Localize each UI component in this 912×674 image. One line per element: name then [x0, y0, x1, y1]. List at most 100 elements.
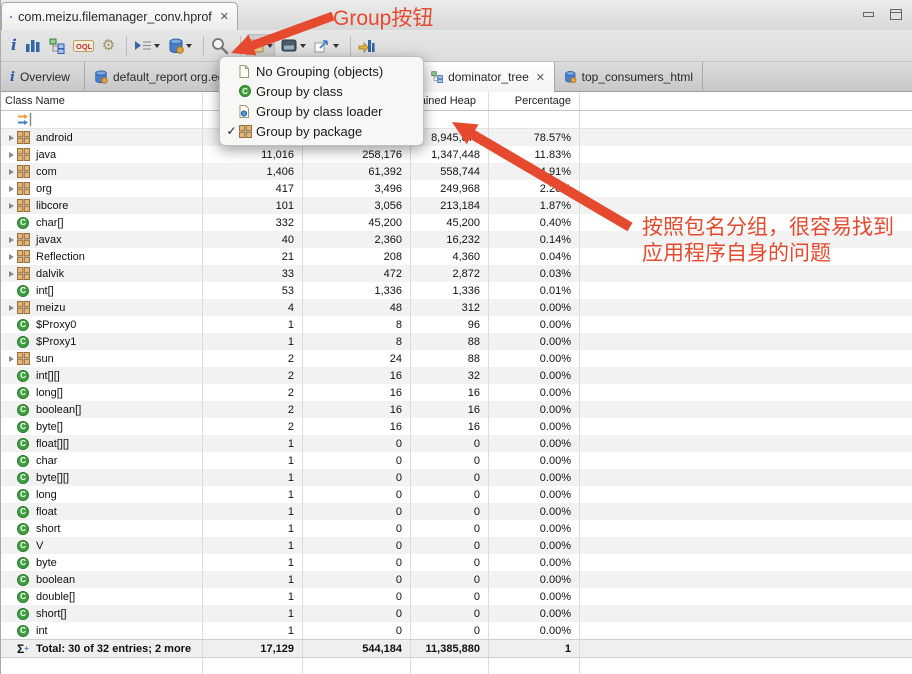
expander-icon[interactable]: [1, 152, 17, 158]
filter-numeric-field[interactable]: [489, 111, 580, 128]
table-row[interactable]: android8,945,87278.57%: [1, 129, 912, 146]
grouping-menu: No Grouping (objects) C Group by class G…: [219, 56, 424, 146]
menu-item-group-by-package[interactable]: ✓ Group by package: [220, 121, 423, 141]
close-icon[interactable]: ✕: [220, 10, 229, 23]
minimize-icon[interactable]: [862, 9, 875, 20]
class-name: java: [36, 149, 56, 161]
grouping-button[interactable]: [246, 34, 275, 58]
filter-regex-field[interactable]: [1, 111, 203, 128]
export-button[interactable]: [312, 34, 341, 58]
heap-dump-actions-button[interactable]: [166, 34, 194, 58]
table-row[interactable]: Cfloat[][]1000.00%: [1, 435, 912, 452]
table-row[interactable]: Cdouble[]1000.00%: [1, 588, 912, 605]
table-row[interactable]: Cchar[]33245,20045,2000.40%: [1, 214, 912, 231]
table-row[interactable]: com1,40661,392558,7444.91%: [1, 163, 912, 180]
column-header-class-name[interactable]: Class Name: [1, 92, 203, 110]
table-row[interactable]: Cboolean[]216160.00%: [1, 401, 912, 418]
expander-icon[interactable]: [1, 305, 17, 311]
table-row[interactable]: Clong1000.00%: [1, 486, 912, 503]
close-icon[interactable]: ✕: [536, 71, 545, 84]
total-label: Total: 30 of 32 entries; 2 more: [36, 643, 191, 655]
column-header-percentage[interactable]: Percentage: [489, 92, 580, 110]
table-row[interactable]: javax402,36016,2320.14%: [1, 231, 912, 248]
class-icon: C: [17, 438, 32, 450]
class-icon: C: [17, 574, 32, 586]
maximize-icon[interactable]: [889, 9, 902, 20]
table-row[interactable]: sun224880.00%: [1, 350, 912, 367]
class-name: byte[][]: [36, 472, 69, 484]
class-name: dalvik: [36, 268, 64, 280]
table-row[interactable]: Clong[]216160.00%: [1, 384, 912, 401]
class-icon: C: [17, 319, 32, 331]
class-name: double[]: [36, 591, 75, 603]
table-row[interactable]: Cchar1000.00%: [1, 452, 912, 469]
class-icon: C: [17, 217, 32, 229]
table-row[interactable]: Cint1000.00%: [1, 622, 912, 639]
class-name: javax: [36, 234, 62, 246]
class-name: boolean[]: [36, 404, 81, 416]
table-row[interactable]: C$Proxy118880.00%: [1, 333, 912, 350]
table-row[interactable]: libcore1013,056213,1841.87%: [1, 197, 912, 214]
table-row[interactable]: Cint[][]216320.00%: [1, 367, 912, 384]
search-button[interactable]: [209, 34, 231, 58]
class-name: sun: [36, 353, 54, 365]
class-icon: C: [17, 540, 32, 552]
query-browser-button[interactable]: [279, 34, 308, 58]
info-icon: i: [10, 71, 15, 84]
menu-item-group-by-class[interactable]: C Group by class: [220, 81, 423, 101]
table-row[interactable]: Cbyte[][]1000.00%: [1, 469, 912, 486]
table-row[interactable]: Cbyte1000.00%: [1, 554, 912, 571]
dropdown-arrow-icon: [186, 44, 192, 48]
compare-button[interactable]: [356, 34, 377, 58]
class-icon: C: [17, 608, 32, 620]
class-name: int[]: [36, 285, 54, 297]
package-icon: [17, 250, 32, 263]
class-name: float[][]: [36, 438, 69, 450]
table-body: android8,945,87278.57%java11,016258,1761…: [1, 129, 912, 639]
class-name: boolean: [36, 574, 75, 586]
run-report-button[interactable]: [132, 34, 162, 58]
tab-top-consumers[interactable]: top_consumers_html: [555, 62, 703, 92]
editor-tab-hprof[interactable]: com.meizu.filemanager_conv.hprof ✕: [1, 2, 238, 30]
table-row[interactable]: Cboolean1000.00%: [1, 571, 912, 588]
menu-item-no-grouping[interactable]: No Grouping (objects): [220, 61, 423, 81]
class-name: char[]: [36, 217, 64, 229]
histogram-button[interactable]: [23, 34, 43, 58]
table-row[interactable]: Reflection212084,3600.04%: [1, 248, 912, 265]
expander-icon[interactable]: [1, 271, 17, 277]
expander-icon[interactable]: [1, 237, 17, 243]
table-row[interactable]: CV1000.00%: [1, 537, 912, 554]
table-row[interactable]: Cshort1000.00%: [1, 520, 912, 537]
expander-icon[interactable]: [1, 169, 17, 175]
gear-icon: ⚙: [102, 38, 115, 53]
menu-item-group-by-classloader[interactable]: Group by class loader: [220, 101, 423, 121]
dominator-tree-button[interactable]: [47, 34, 67, 58]
class-name: long: [36, 489, 57, 501]
histogram-icon: [25, 38, 41, 53]
expander-icon[interactable]: [1, 186, 17, 192]
tab-dominator-tree[interactable]: dominator_tree ✕: [421, 62, 555, 92]
customize-button[interactable]: ⚙: [100, 34, 117, 58]
table-row[interactable]: Cshort[]1000.00%: [1, 605, 912, 622]
table-row[interactable]: Cfloat1000.00%: [1, 503, 912, 520]
table-row[interactable]: java11,016258,1761,347,44811.83%: [1, 146, 912, 163]
table-row[interactable]: meizu4483120.00%: [1, 299, 912, 316]
oql-button[interactable]: OQL: [71, 34, 96, 58]
tab-overview[interactable]: i Overview: [1, 62, 85, 92]
class-icon: C: [239, 85, 256, 97]
package-icon: [17, 131, 32, 144]
table-row[interactable]: Cint[]531,3361,3360.01%: [1, 282, 912, 299]
table-row[interactable]: org4173,496249,9682.20%: [1, 180, 912, 197]
table-row[interactable]: C$Proxy018960.00%: [1, 316, 912, 333]
editor-tab-label: com.meizu.filemanager_conv.hprof: [18, 10, 212, 24]
expander-icon[interactable]: [1, 254, 17, 260]
expander-icon[interactable]: [1, 356, 17, 362]
expander-icon[interactable]: [1, 203, 17, 209]
inspector-button[interactable]: i: [9, 34, 19, 58]
dominator-tree-table: Class NameObjectsShallow HeapRetained He…: [1, 92, 912, 674]
table-row[interactable]: Cbyte[]216160.00%: [1, 418, 912, 435]
toolbar-separator: [203, 36, 204, 56]
expander-icon[interactable]: [1, 135, 17, 141]
table-row[interactable]: dalvik334722,8720.03%: [1, 265, 912, 282]
classloader-icon: [239, 105, 256, 118]
